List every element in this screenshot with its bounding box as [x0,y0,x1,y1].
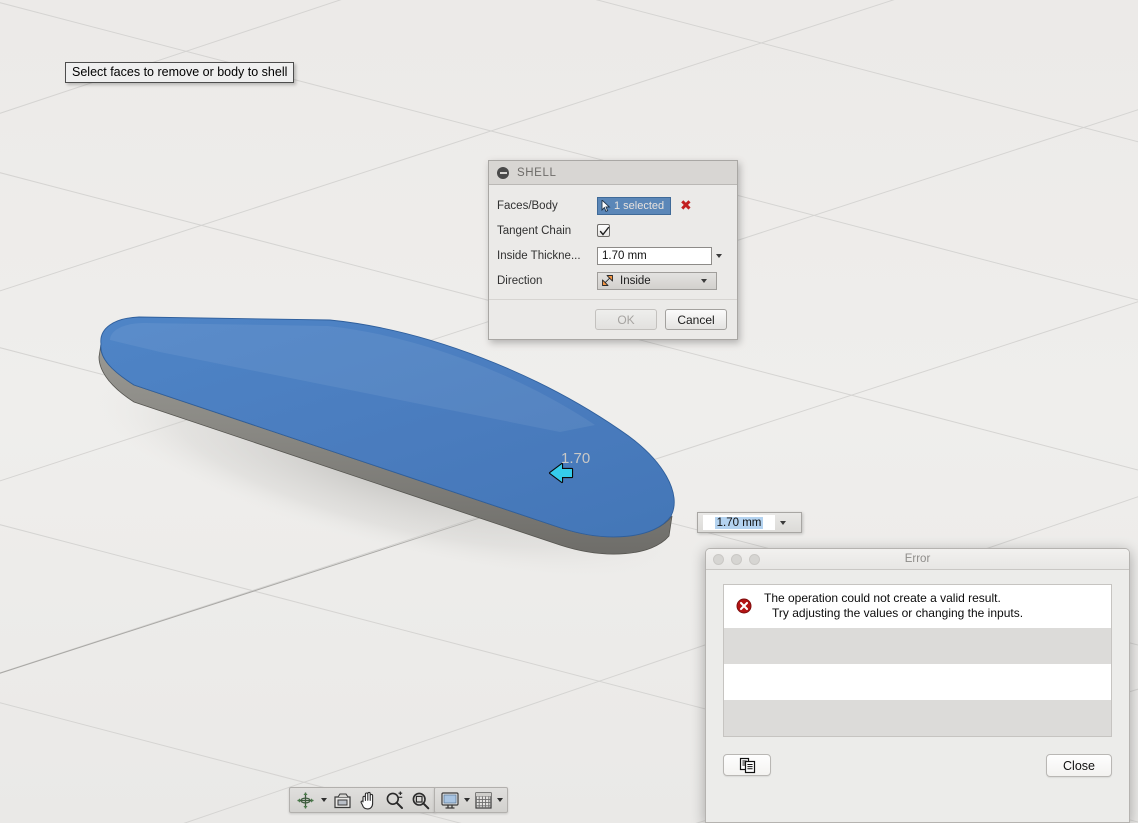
pan-hand-icon[interactable] [356,789,380,811]
copy-to-clipboard-icon [739,757,755,773]
canvas-value-chevron-down-icon[interactable] [775,514,791,532]
navigation-toolbar[interactable] [289,787,436,813]
row-tangent-chain: Tangent Chain [497,218,727,243]
inside-thickness-chevron-down-icon[interactable] [712,247,727,265]
error-x-icon [736,598,752,614]
error-dialog-titlebar[interactable]: Error [706,549,1129,570]
error-table-row [724,664,1111,700]
error-message-line-1: The operation could not create a valid r… [764,591,1001,605]
manipulator-value-label: 1.70 [561,450,591,467]
row-direction: Direction Inside [497,268,727,293]
error-table-row [724,628,1111,664]
error-close-button[interactable]: Close [1046,754,1112,777]
canvas-value-editor[interactable]: 1.70 mm [697,512,802,533]
inside-thickness-label: Inside Thickne... [497,249,581,262]
faces-body-selection-field[interactable]: 1 selected [597,196,671,215]
shell-dialog-body: Faces/Body 1 selected ✖ Tangent Chain In… [489,185,737,299]
row-inside-thickness: Inside Thickne... 1.70 mm [497,243,727,268]
faces-body-label: Faces/Body [497,199,558,212]
error-dialog-body: The operation could not create a valid r… [706,570,1129,737]
shell-dialog-footer: OK Cancel [489,299,737,339]
display-toolbar[interactable] [434,787,508,813]
shell-dialog-titlebar[interactable]: SHELL [489,161,737,185]
inside-arrow-icon [602,274,613,286]
fusion360-screenshot: 1.70 Select faces to remove or body to s… [0,0,1138,823]
direction-value: Inside [620,274,651,287]
minus-circle-icon[interactable] [497,166,509,179]
row-faces-body: Faces/Body 1 selected ✖ [497,193,727,218]
faces-body-value: 1 selected [614,199,665,212]
cancel-button[interactable]: Cancel [665,309,727,330]
error-table-row [724,700,1111,736]
look-at-icon[interactable] [330,789,354,811]
clear-selection-icon[interactable]: ✖ [680,199,692,213]
direction-label: Direction [497,274,543,287]
error-message-text: The operation could not create a valid r… [764,591,1023,621]
error-dialog[interactable]: Error The operation could not create a v… [705,548,1130,823]
canvas-value-text: 1.70 mm [714,516,764,529]
shell-command-dialog[interactable]: SHELL Faces/Body 1 selected ✖ Tangent Ch… [488,160,738,340]
copy-to-clipboard-button[interactable] [723,754,771,776]
inside-thickness-input[interactable]: 1.70 mm [597,246,712,265]
grid-chevron-down-icon[interactable] [495,789,504,811]
direction-chevron-down-icon[interactable] [696,272,712,290]
zoom-icon[interactable] [382,789,406,811]
orbit-chevron-down-icon[interactable] [319,789,328,811]
viewport-tooltip: Select faces to remove or body to shell [65,62,295,83]
display-settings-icon[interactable] [438,789,462,811]
inside-thickness-value: 1.70 mm [602,249,647,262]
error-dialog-footer: Close [706,742,1129,822]
error-message-line-2: Try adjusting the values or changing the… [772,606,1024,620]
direction-dropdown[interactable]: Inside [597,271,717,290]
grid-snaps-icon[interactable] [471,789,495,811]
error-dialog-title: Error [904,553,931,565]
tangent-chain-label: Tangent Chain [497,224,572,237]
pointer-cursor-icon [601,199,611,212]
orbit-icon[interactable] [293,789,317,811]
canvas-value-input[interactable]: 1.70 mm [703,515,775,530]
checkmark-icon [599,226,610,236]
shell-dialog-title: SHELL [517,166,557,179]
fit-zoom-icon[interactable] [408,789,432,811]
error-message-row: The operation could not create a valid r… [724,585,1111,628]
tangent-chain-checkbox[interactable] [597,224,610,237]
display-chevron-down-icon[interactable] [462,789,471,811]
ok-button[interactable]: OK [595,309,657,330]
error-message-table: The operation could not create a valid r… [723,584,1112,737]
